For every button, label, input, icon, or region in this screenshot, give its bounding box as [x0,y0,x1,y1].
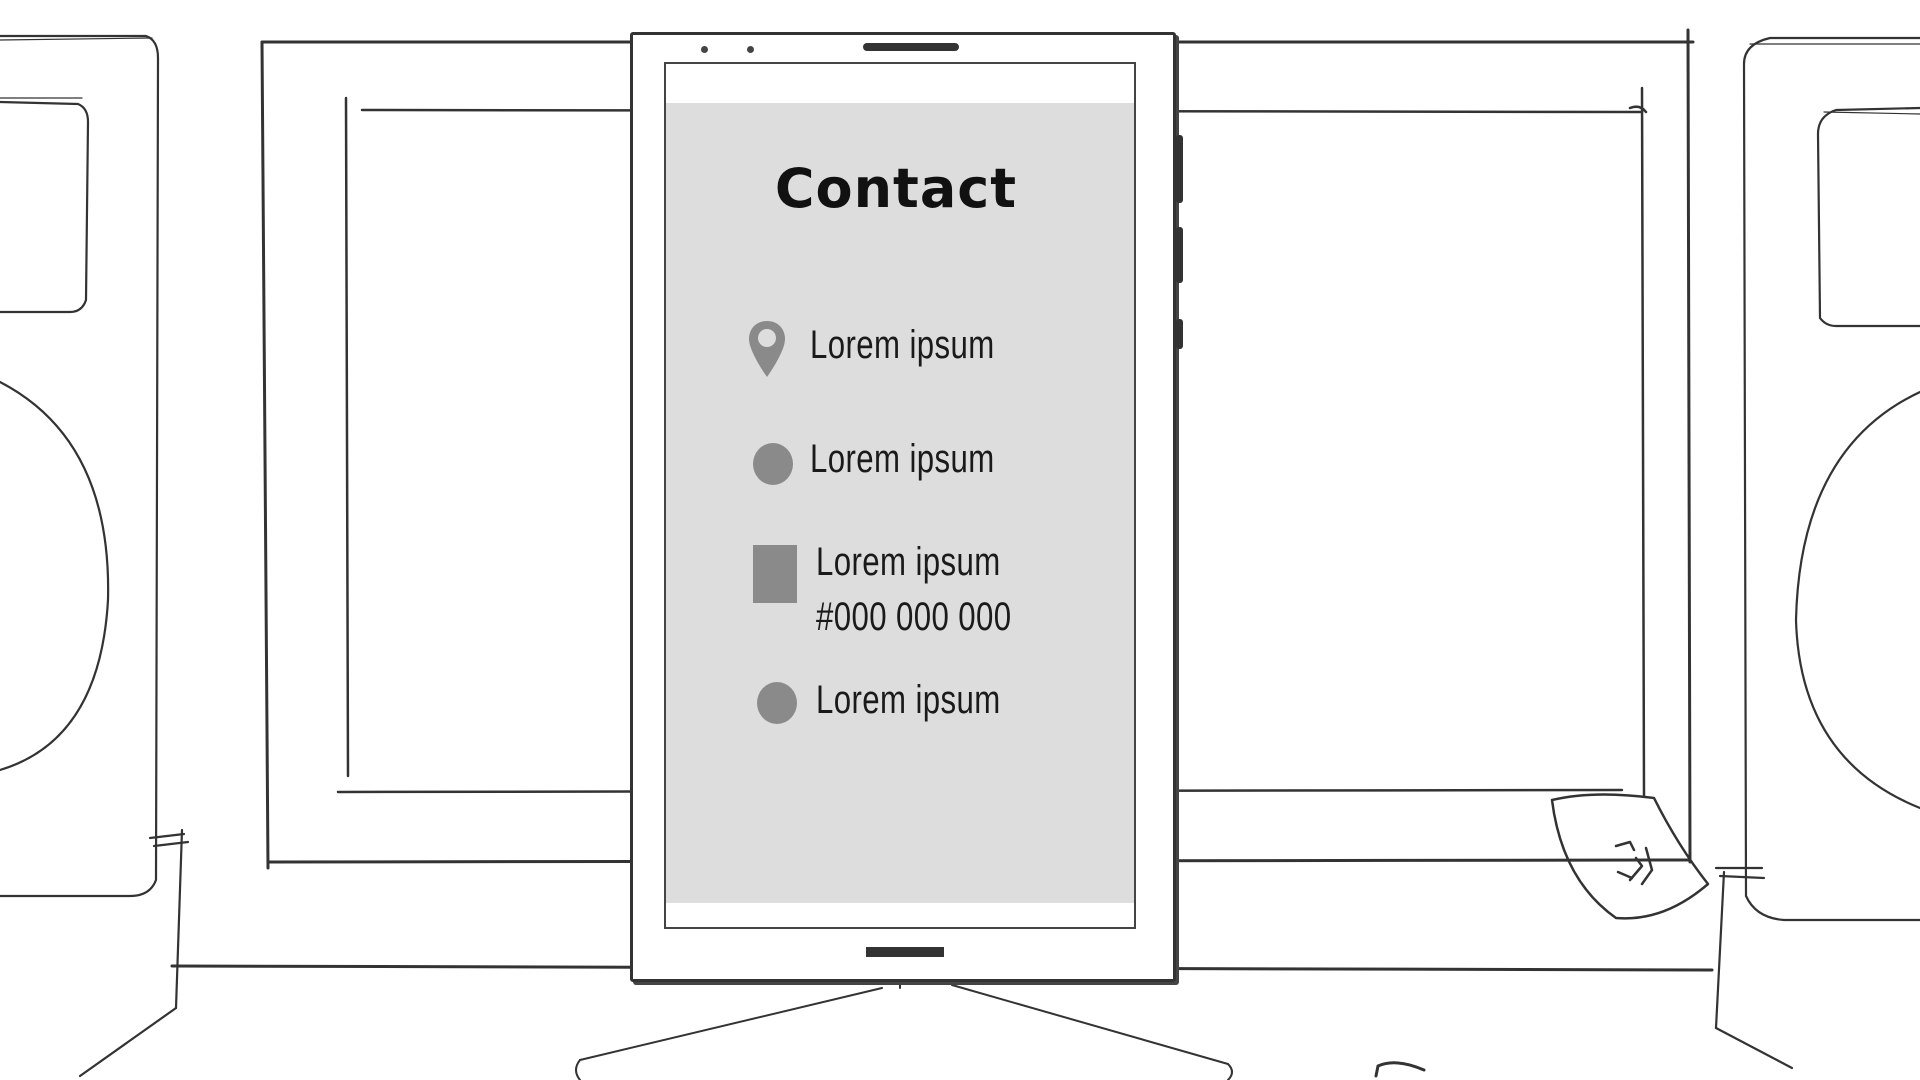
contact-address-text: Lorem ipsum [810,323,995,367]
photo-card [1550,793,1710,920]
circle-icon [753,443,793,485]
monitor-stand [575,979,1233,1080]
circle-icon [757,682,797,724]
contact-phone-label: Lorem ipsum [816,540,1001,584]
phone-screen: Contact Lorem ipsum Lorem ipsum Lorem ip… [664,62,1136,929]
phone-mockup: Contact Lorem ipsum Lorem ipsum Lorem ip… [630,32,1183,982]
contact-email-text: Lorem ipsum [810,437,995,481]
home-button[interactable] [866,947,944,957]
contact-social-text: Lorem ipsum [816,678,1001,722]
camera-dot [747,46,754,53]
left-speaker [0,34,190,1078]
volume-down-button[interactable] [1176,227,1183,283]
page-title: Contact [774,157,1018,220]
phone-icon [753,545,797,603]
volume-up-button[interactable] [1176,135,1183,203]
phone-speaker [863,43,959,51]
contact-screen: Contact Lorem ipsum Lorem ipsum Lorem ip… [666,103,1134,903]
power-button[interactable] [1176,319,1183,349]
camera-dot [701,46,708,53]
right-speaker [1714,36,1920,1070]
contact-phone-number: #000 000 000 [816,595,1012,639]
desk-object [1374,1061,1426,1078]
location-pin-icon [749,321,785,377]
